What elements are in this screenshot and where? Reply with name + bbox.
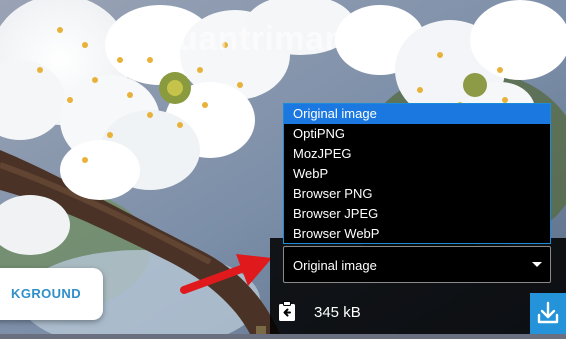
option-optipng[interactable]: OptiPNG bbox=[284, 124, 550, 144]
red-arrow-annotation bbox=[180, 254, 272, 294]
option-browser-webp[interactable]: Browser WebP bbox=[284, 224, 550, 244]
status-row: 345 kB bbox=[270, 290, 566, 334]
download-button[interactable] bbox=[530, 293, 566, 334]
option-browser-png[interactable]: Browser PNG bbox=[284, 184, 550, 204]
compression-method-select[interactable]: Original image bbox=[283, 246, 551, 283]
chevron-down-icon bbox=[532, 262, 542, 267]
option-mozjpeg[interactable]: MozJPEG bbox=[284, 144, 550, 164]
compression-method-list[interactable]: Original image OptiPNG MozJPEG WebP Brow… bbox=[283, 103, 551, 244]
background-button[interactable]: KGROUND bbox=[0, 268, 103, 320]
watermark-text: Quantrimang bbox=[150, 20, 368, 58]
clipboard-back-arrow-icon[interactable] bbox=[278, 301, 296, 322]
option-original-image[interactable]: Original image bbox=[284, 104, 550, 124]
option-browser-jpeg[interactable]: Browser JPEG bbox=[284, 204, 550, 224]
select-value: Original image bbox=[293, 258, 377, 273]
background-button-label: KGROUND bbox=[11, 286, 81, 301]
download-icon bbox=[537, 301, 559, 324]
file-size: 345 kB bbox=[314, 304, 361, 321]
option-webp[interactable]: WebP bbox=[284, 164, 550, 184]
